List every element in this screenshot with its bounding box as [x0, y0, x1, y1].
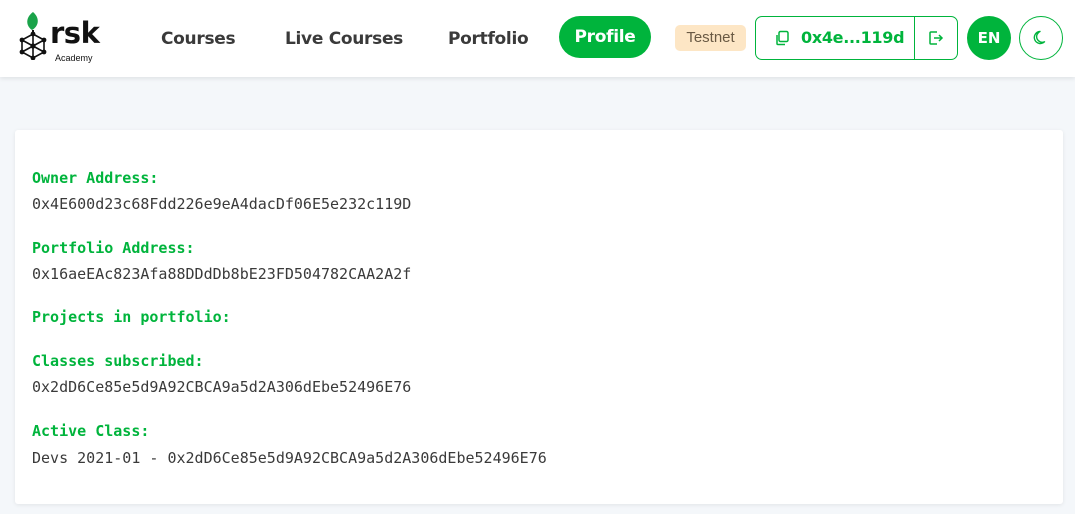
profile-card: Owner Address: 0x4E600d23c68Fdd226e9eA4d… [15, 130, 1063, 504]
wallet-address-group: 0x4e...119d [755, 16, 958, 60]
active-class-label: Active Class: [32, 422, 150, 440]
rsk-tree-logo-icon [19, 12, 47, 60]
theme-toggle-button[interactable] [1019, 16, 1063, 60]
classes-subscribed-label: Classes subscribed: [32, 352, 204, 370]
logout-button[interactable] [915, 17, 958, 59]
classes-subscribed-value: 0x2dD6Ce85e5d9A92CBCA9a5d2A306dEbe52496E… [32, 378, 412, 396]
projects-in-portfolio-label: Projects in portfolio: [32, 308, 231, 326]
logo-subtitle: Academy [55, 53, 93, 63]
nav-profile-button[interactable]: Profile [559, 16, 651, 58]
owner-address-value: 0x4E600d23c68Fdd226e9eA4dacDf06E5e232c11… [32, 195, 412, 213]
rsk-academy-logo[interactable]: rsk Academy [13, 10, 105, 66]
logo-wordmark: rsk [50, 16, 100, 50]
portfolio-address-value: 0x16aeEAc823Afa88DDdDb8bE23FD504782CAA2A… [32, 265, 412, 283]
nav-courses-link[interactable]: Courses [161, 28, 236, 50]
nav-live-courses-link[interactable]: Live Courses [285, 28, 403, 50]
wallet-address-short: 0x4e...119d [801, 28, 905, 47]
active-class-value: Devs 2021-01 - 0x2dD6Ce85e5d9A92CBCA9a5d… [32, 449, 547, 467]
logout-icon [929, 31, 944, 45]
copy-icon [776, 30, 789, 46]
language-button[interactable]: EN [967, 16, 1011, 60]
network-badge: Testnet [675, 25, 746, 51]
owner-address-label: Owner Address: [32, 169, 159, 187]
copy-address-button[interactable]: 0x4e...119d [756, 17, 914, 59]
nav-portfolio-link[interactable]: Portfolio [448, 28, 529, 50]
moon-icon [1033, 30, 1046, 45]
portfolio-address-label: Portfolio Address: [32, 239, 195, 257]
top-navbar: rsk Academy Courses Live Courses Portfol… [0, 0, 1075, 77]
